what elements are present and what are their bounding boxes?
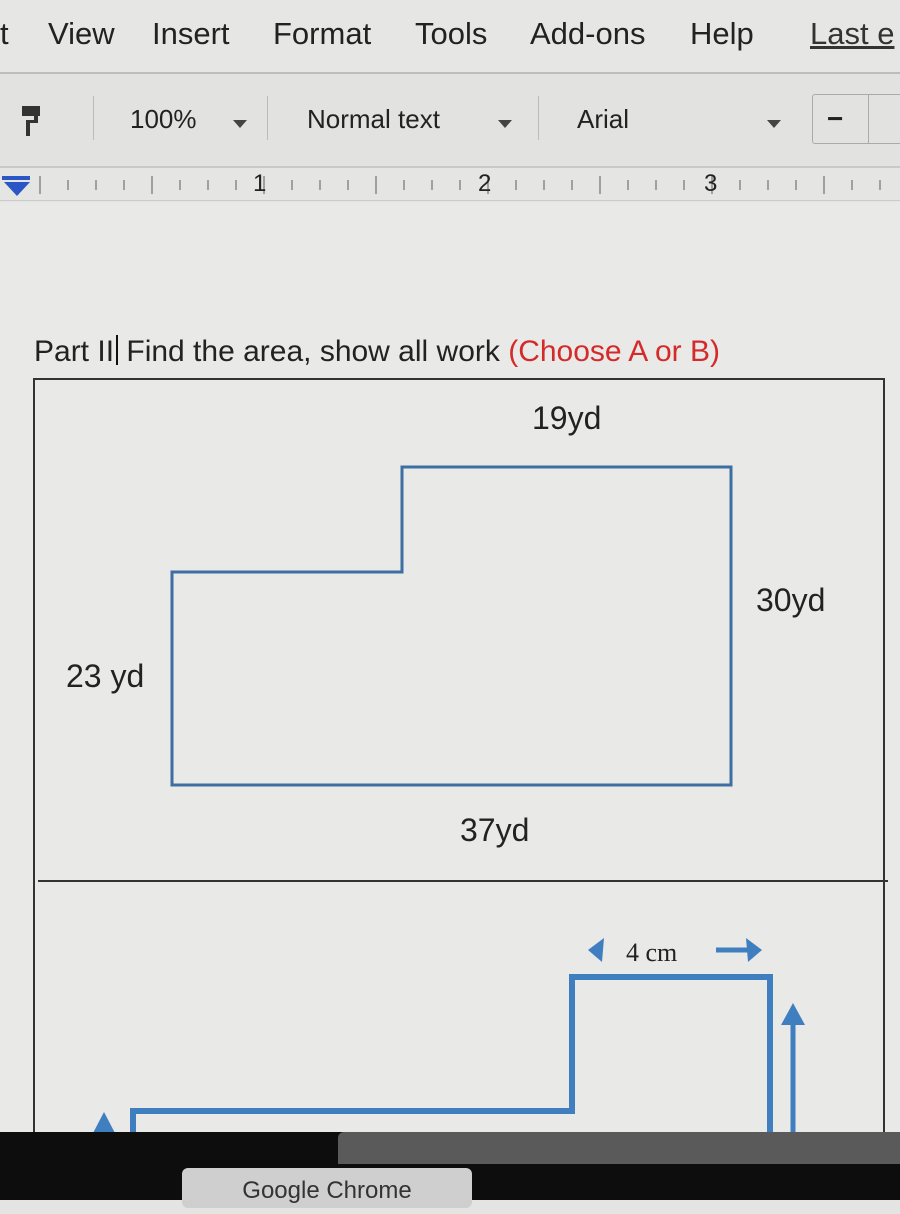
arrow-left-icon [588,938,604,962]
figure-b-shape [130,974,773,1135]
label-width: 4 cm [626,938,678,967]
figure-b [92,938,805,1135]
scrollbar-area[interactable] [338,1132,900,1164]
arrow-up-icon [781,1003,805,1025]
taskbar-app-google-chrome[interactable]: Google Chrome [182,1168,472,1208]
arrow-right-icon [746,938,762,962]
